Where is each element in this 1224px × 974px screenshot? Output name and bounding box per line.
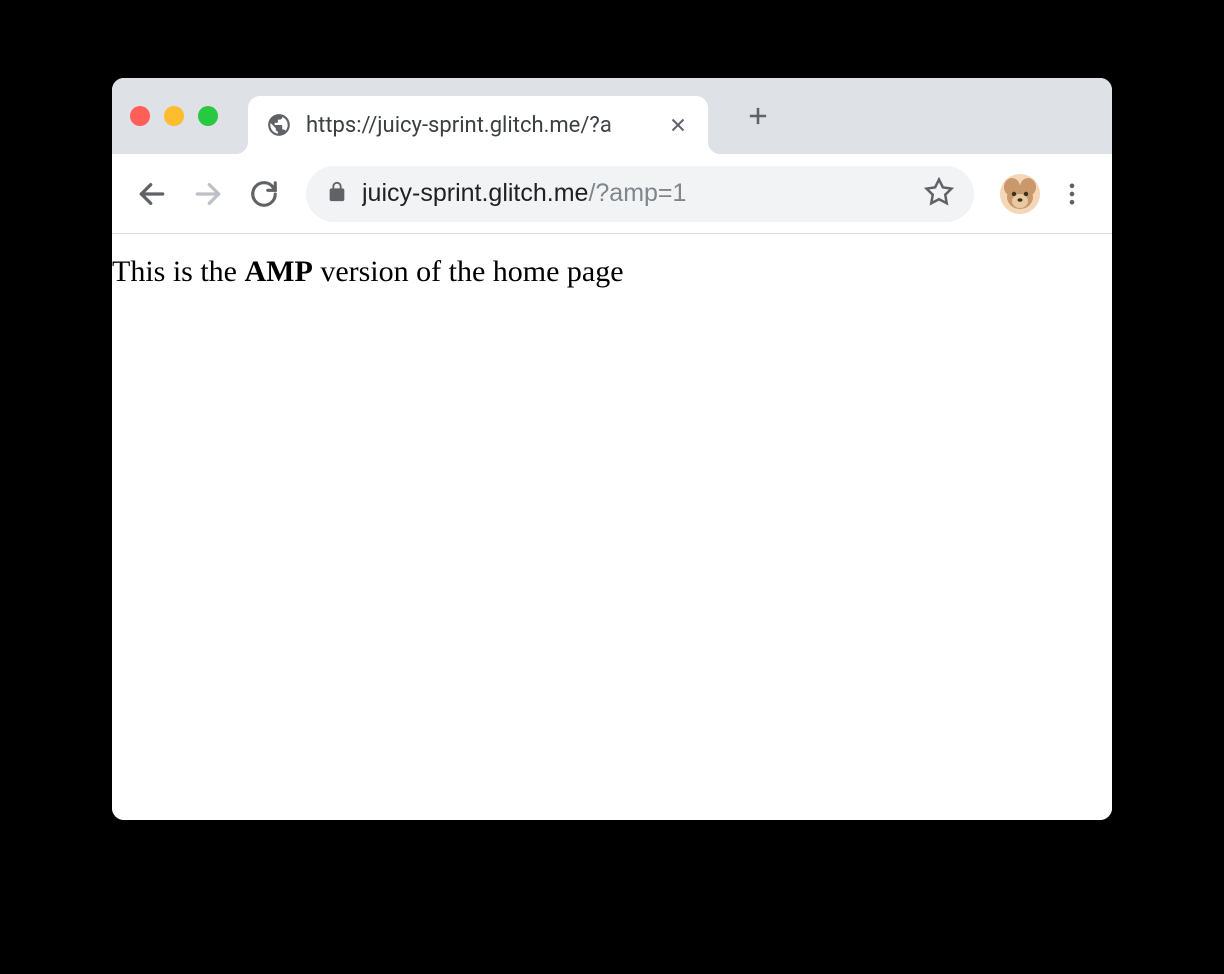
bookmark-star-icon[interactable] (924, 177, 954, 211)
minimize-window-button[interactable] (164, 106, 184, 126)
address-bar[interactable]: juicy-sprint.glitch.me/?amp=1 (306, 166, 974, 222)
url-path: /?amp=1 (588, 179, 686, 207)
browser-tab[interactable]: https://juicy-sprint.glitch.me/?a (248, 96, 708, 154)
text-before: This is the (112, 255, 245, 288)
profile-avatar[interactable] (1000, 174, 1040, 214)
browser-window: https://juicy-sprint.glitch.me/?a (112, 78, 1112, 820)
forward-button[interactable] (184, 170, 232, 218)
close-window-button[interactable] (130, 106, 150, 126)
lock-icon (326, 181, 348, 207)
tab-bar: https://juicy-sprint.glitch.me/?a (112, 78, 1112, 154)
page-content: This is the AMP version of the home page (112, 234, 1112, 820)
reload-button[interactable] (240, 170, 288, 218)
text-after: version of the home page (313, 255, 624, 288)
back-button[interactable] (128, 170, 176, 218)
url-text: juicy-sprint.glitch.me/?amp=1 (362, 179, 910, 208)
close-tab-button[interactable] (666, 113, 690, 137)
tab-title: https://juicy-sprint.glitch.me/?a (306, 113, 658, 138)
globe-icon (266, 112, 292, 138)
window-controls (130, 106, 218, 126)
toolbar: juicy-sprint.glitch.me/?amp=1 (112, 154, 1112, 234)
page-text: This is the AMP version of the home page (112, 252, 1112, 291)
text-bold: AMP (245, 255, 313, 288)
maximize-window-button[interactable] (198, 106, 218, 126)
menu-button[interactable] (1048, 170, 1096, 218)
url-domain: juicy-sprint.glitch.me (362, 179, 588, 207)
new-tab-button[interactable] (736, 94, 780, 138)
